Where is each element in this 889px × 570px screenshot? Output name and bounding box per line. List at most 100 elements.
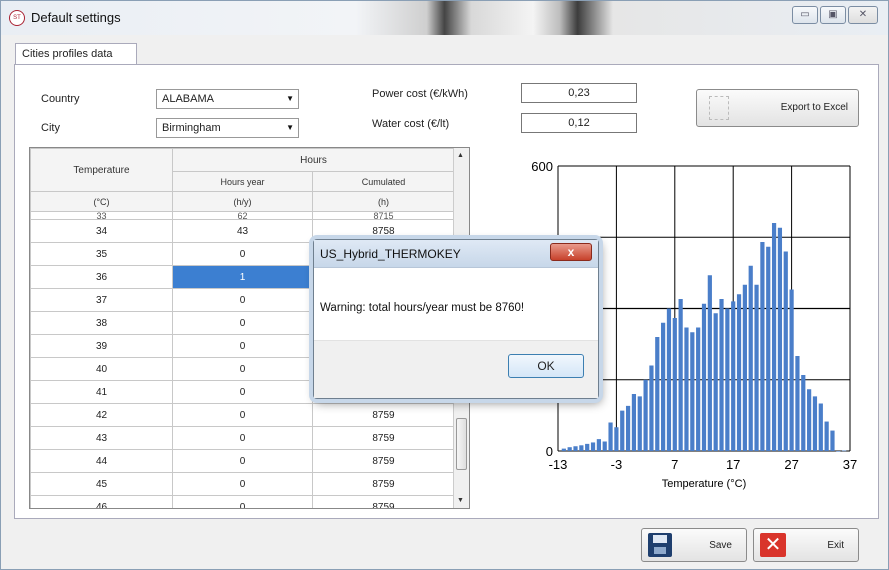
table-cell[interactable]: 8715 <box>312 211 455 220</box>
power-cost-input[interactable]: 0,23 <box>521 83 637 103</box>
table-cell[interactable]: 36 <box>30 265 173 289</box>
table-cell[interactable]: 33 <box>30 211 173 220</box>
table-row[interactable]: 42 0 8759 <box>30 403 455 427</box>
table-cell[interactable]: 8759 <box>312 426 455 450</box>
histogram-bar <box>725 308 730 451</box>
table-cell[interactable]: 0 <box>172 242 313 266</box>
histogram-bar <box>573 446 578 451</box>
dialog-close-button[interactable]: x <box>550 243 592 261</box>
water-cost-input[interactable]: 0,12 <box>521 113 637 133</box>
export-to-excel-button[interactable]: Export to Excel <box>696 89 859 127</box>
x-tick-label: 7 <box>671 457 678 472</box>
tab-cities-profiles-data[interactable]: Cities profiles data <box>15 43 137 65</box>
table-cell[interactable]: 0 <box>172 426 313 450</box>
country-select[interactable]: ALABAMA ▼ <box>156 89 299 109</box>
histogram-bar <box>579 445 584 451</box>
unit-temperature: (°C) <box>30 191 173 212</box>
save-icon <box>648 533 672 557</box>
minimize-button[interactable]: ▭ <box>792 6 818 24</box>
table-cell[interactable]: 46 <box>30 495 173 508</box>
exit-button[interactable]: ✕ Exit <box>753 528 859 562</box>
table-cell[interactable]: 8759 <box>312 495 455 508</box>
table-row[interactable]: 45 0 8759 <box>30 472 455 496</box>
histogram-bar <box>789 289 794 451</box>
histogram-bar <box>707 275 712 451</box>
chevron-down-icon: ▼ <box>286 94 294 103</box>
table-cell[interactable]: 0 <box>172 495 313 508</box>
title-bar: ST Default settings ▭ ▣ ✕ <box>1 1 888 35</box>
scroll-up-icon[interactable]: ▲ <box>457 152 464 159</box>
histogram-bar <box>766 246 771 451</box>
x-tick-label: -3 <box>611 457 623 472</box>
table-cell[interactable]: 34 <box>30 219 173 243</box>
save-button[interactable]: Save <box>641 528 747 562</box>
histogram-bar <box>696 327 701 451</box>
window-title: Default settings <box>31 10 121 25</box>
x-tick-label: 27 <box>784 457 798 472</box>
table-cell[interactable]: 45 <box>30 472 173 496</box>
table-cell[interactable]: 44 <box>30 449 173 473</box>
histogram-bar <box>631 394 637 451</box>
table-row[interactable]: 43 0 8759 <box>30 426 455 450</box>
histogram-bar <box>842 450 847 452</box>
table-cell[interactable]: 0 <box>172 403 313 427</box>
table-row[interactable]: 46 0 8759 <box>30 495 455 508</box>
table-cell[interactable]: 8759 <box>312 472 455 496</box>
y-tick-label: 600 <box>531 159 553 174</box>
scroll-thumb[interactable] <box>456 418 467 470</box>
table-cell[interactable]: 37 <box>30 288 173 312</box>
col-cumulated-header: Cumulated <box>312 171 455 192</box>
table-cell[interactable]: 42 <box>30 403 173 427</box>
histogram-bar <box>731 301 736 451</box>
table-cell[interactable]: 0 <box>172 357 313 381</box>
table-cell[interactable]: 0 <box>172 380 313 404</box>
maximize-button[interactable]: ▣ <box>820 6 846 24</box>
table-cell[interactable]: 41 <box>30 380 173 404</box>
histogram-bar <box>748 265 753 451</box>
table-cell[interactable]: 38 <box>30 311 173 335</box>
table-cell[interactable]: 40 <box>30 357 173 381</box>
table-row[interactable]: 33 62 8715 <box>30 211 455 220</box>
close-window-button[interactable]: ✕ <box>848 6 878 24</box>
histogram-bar <box>602 441 607 451</box>
table-cell[interactable]: 43 <box>172 219 313 243</box>
histogram-bar <box>567 447 572 451</box>
histogram-bar <box>812 396 818 451</box>
exit-icon: ✕ <box>760 533 786 557</box>
histogram-bar <box>771 223 777 451</box>
table-cell[interactable]: 43 <box>30 426 173 450</box>
histogram-bar <box>760 242 765 451</box>
histogram-bar <box>736 294 742 451</box>
table-cell[interactable]: 1 <box>172 265 313 289</box>
histogram-bar <box>690 332 695 451</box>
table-cell[interactable]: 39 <box>30 334 173 358</box>
histogram-bar <box>824 421 829 451</box>
table-cell[interactable]: 0 <box>172 288 313 312</box>
histogram-bar <box>672 318 677 451</box>
histogram-bar <box>649 365 654 451</box>
table-cell[interactable]: 0 <box>172 472 313 496</box>
histogram-bar <box>783 251 788 451</box>
table-cell[interactable]: 62 <box>172 211 313 220</box>
table-cell[interactable]: 35 <box>30 242 173 266</box>
table-cell[interactable]: 8759 <box>312 403 455 427</box>
warning-dialog: US_Hybrid_THERMOKEY x Warning: total hou… <box>313 239 599 399</box>
scroll-down-icon[interactable]: ▼ <box>457 497 464 504</box>
city-select[interactable]: Birmingham ▼ <box>156 118 299 138</box>
histogram-bar <box>614 427 619 451</box>
histogram-bar <box>666 308 672 451</box>
histogram-bar <box>596 439 601 451</box>
power-cost-label: Power cost (€/kWh) <box>372 88 468 100</box>
col-hours-year-header: Hours year <box>172 171 313 192</box>
dialog-message: Warning: total hours/year must be 8760! <box>320 302 525 314</box>
table-cell[interactable]: 0 <box>172 449 313 473</box>
ok-button[interactable]: OK <box>508 354 584 378</box>
table-cell[interactable]: 0 <box>172 311 313 335</box>
table-cell[interactable]: 0 <box>172 334 313 358</box>
city-label: City <box>41 122 60 134</box>
histogram-bar <box>818 403 823 451</box>
table-row[interactable]: 44 0 8759 <box>30 449 455 473</box>
histogram-bar <box>801 375 806 451</box>
histogram-bar <box>620 410 625 451</box>
table-cell[interactable]: 8759 <box>312 449 455 473</box>
